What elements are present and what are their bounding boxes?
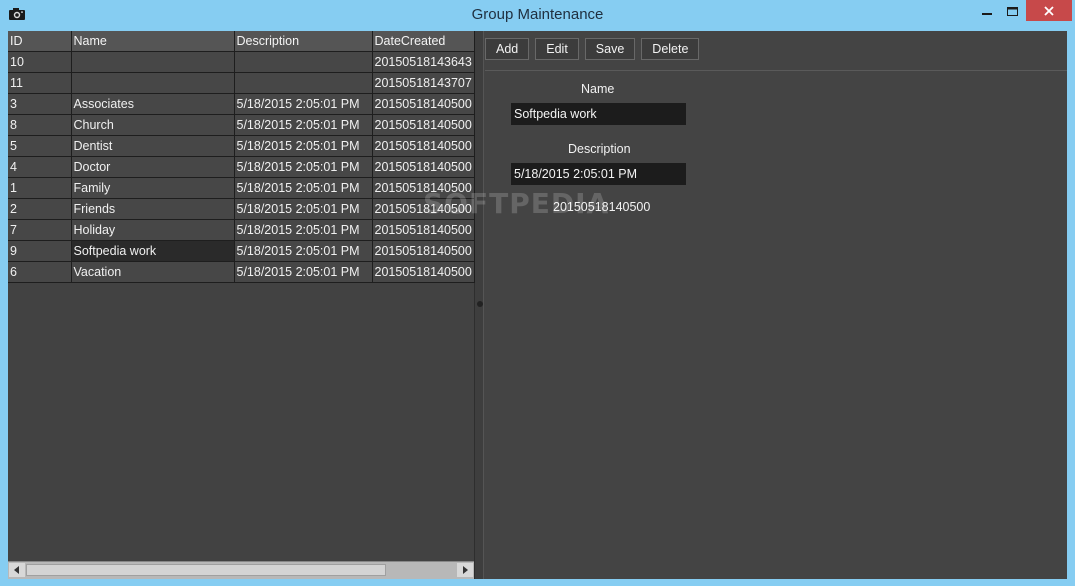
minimize-icon [982,13,992,15]
table-row[interactable]: 7 Holiday 5/18/2015 2:05:01 PM 201505181405… [8,219,475,241]
cell-description[interactable] [234,51,373,73]
cell-name[interactable]: Doctor [71,156,235,178]
column-header-id[interactable]: ID [8,31,72,52]
window-title: Group Maintenance [471,6,604,23]
column-header-name[interactable]: Name [71,31,235,52]
cell-datecreated[interactable]: 20150518143643 [372,51,475,73]
cell-id[interactable]: 7 [8,219,72,241]
cell-datecreated[interactable]: 20150518140500 [372,135,475,157]
cell-id[interactable]: 9 [8,240,72,262]
cell-datecreated[interactable]: 20150518140500 [372,261,475,283]
splitter-grip-icon[interactable] [477,301,483,307]
title-bar[interactable]: Group Maintenance [0,0,1075,31]
save-button[interactable]: Save [584,38,636,60]
date-created-value: 20150518140500 [553,200,651,214]
table-row[interactable]: 2 Friends 5/18/2015 2:05:01 PM 201505181405… [8,198,475,220]
cell-description[interactable]: 5/18/2015 2:05:01 PM [234,219,373,241]
close-icon [1044,5,1054,16]
cell-datecreated[interactable]: 20150518140500 [372,198,475,220]
arrow-left-icon [14,566,19,574]
cell-datecreated[interactable]: 20150518140500 [372,240,475,262]
cell-description[interactable]: 5/18/2015 2:05:01 PM [234,261,373,283]
cell-datecreated[interactable]: 20150518140500 [372,93,475,115]
close-button[interactable] [1026,0,1072,21]
groups-table: ID Name Description DateCreated 10 201505… [8,31,475,283]
cell-id[interactable]: 5 [8,135,72,157]
add-button[interactable]: Add [485,38,530,60]
cell-datecreated[interactable]: 20150518140500 [372,156,475,178]
cell-id[interactable]: 11 [8,72,72,94]
description-label: Description [568,142,631,156]
cell-name[interactable]: Associates [71,93,235,115]
toolbar: Add Edit Save Delete [485,38,700,62]
cell-id[interactable]: 4 [8,156,72,178]
cell-description[interactable]: 5/18/2015 2:05:01 PM [234,156,373,178]
cell-description[interactable]: 5/18/2015 2:05:01 PM [234,177,373,199]
table-row[interactable]: 3 Associates 5/18/2015 2:05:01 PM 201505181… [8,93,475,115]
cell-datecreated[interactable]: 20150518140500 [372,114,475,136]
maximize-button[interactable] [1000,0,1024,22]
scroll-right-button[interactable] [457,563,473,577]
cell-description[interactable]: 5/18/2015 2:05:01 PM [234,114,373,136]
cell-description[interactable]: 5/18/2015 2:05:01 PM [234,198,373,220]
table-row[interactable]: 10 20150518143643 [8,51,475,73]
cell-datecreated[interactable]: 20150518140500 [372,219,475,241]
table-row[interactable]: 8 Church 5/18/2015 2:05:01 PM 2015051814050… [8,114,475,136]
column-header-datecreated[interactable]: DateCreated [372,31,475,52]
table-row[interactable]: 6 Vacation 5/18/2015 2:05:01 PM 20150518140… [8,261,475,283]
cell-name[interactable]: Vacation [71,261,235,283]
app-window: Group Maintenance ID Name Description Da… [0,0,1075,586]
cell-name[interactable]: Softpedia work [71,240,235,262]
cell-name[interactable]: Church [71,114,235,136]
edit-button[interactable]: Edit [535,38,579,60]
description-field[interactable] [511,163,686,185]
cell-description[interactable]: 5/18/2015 2:05:01 PM [234,135,373,157]
cell-name[interactable]: Holiday [71,219,235,241]
arrow-right-icon [463,566,468,574]
horizontal-scrollbar[interactable] [8,561,474,579]
cell-name[interactable] [71,51,235,73]
column-header-description[interactable]: Description [234,31,373,52]
scroll-thumb[interactable] [26,564,386,576]
groups-grid[interactable]: ID Name Description DateCreated 10 201505… [8,31,475,579]
delete-button[interactable]: Delete [641,38,700,60]
minimize-button[interactable] [975,0,999,22]
table-row[interactable]: 11 20150518143707 [8,72,475,94]
cell-id[interactable]: 8 [8,114,72,136]
maximize-icon [1006,6,1018,16]
table-row[interactable]: 4 Doctor 5/18/2015 2:05:01 PM 2015051814050… [8,156,475,178]
cell-datecreated[interactable]: 20150518140500 [372,177,475,199]
detail-pane: Add Edit Save Delete Name Description 20… [485,31,1067,579]
table-row[interactable]: 5 Dentist 5/18/2015 2:05:01 PM 201505181405… [8,135,475,157]
cell-name[interactable] [71,72,235,94]
name-label: Name [581,82,615,96]
cell-name[interactable]: Family [71,177,235,199]
cell-id[interactable]: 3 [8,93,72,115]
name-field[interactable] [511,103,686,125]
scroll-left-button[interactable] [9,563,25,577]
cell-id[interactable]: 2 [8,198,72,220]
cell-description[interactable] [234,72,373,94]
client-area: ID Name Description DateCreated 10 201505… [8,31,1067,579]
cell-datecreated[interactable]: 20150518143707 [372,72,475,94]
cell-description[interactable]: 5/18/2015 2:05:01 PM [234,93,373,115]
cell-name[interactable]: Friends [71,198,235,220]
cell-id[interactable]: 10 [8,51,72,73]
cell-description[interactable]: 5/18/2015 2:05:01 PM [234,240,373,262]
toolbar-divider [485,70,1067,71]
cell-name[interactable]: Dentist [71,135,235,157]
grid-header-row: ID Name Description DateCreated [8,31,475,52]
table-row-selected[interactable]: 9 Softpedia work 5/18/2015 2:05:01 PM 20150… [8,240,475,262]
cell-id[interactable]: 1 [8,177,72,199]
table-row[interactable]: 1 Family 5/18/2015 2:05:01 PM 2015051814050… [8,177,475,199]
cell-id[interactable]: 6 [8,261,72,283]
